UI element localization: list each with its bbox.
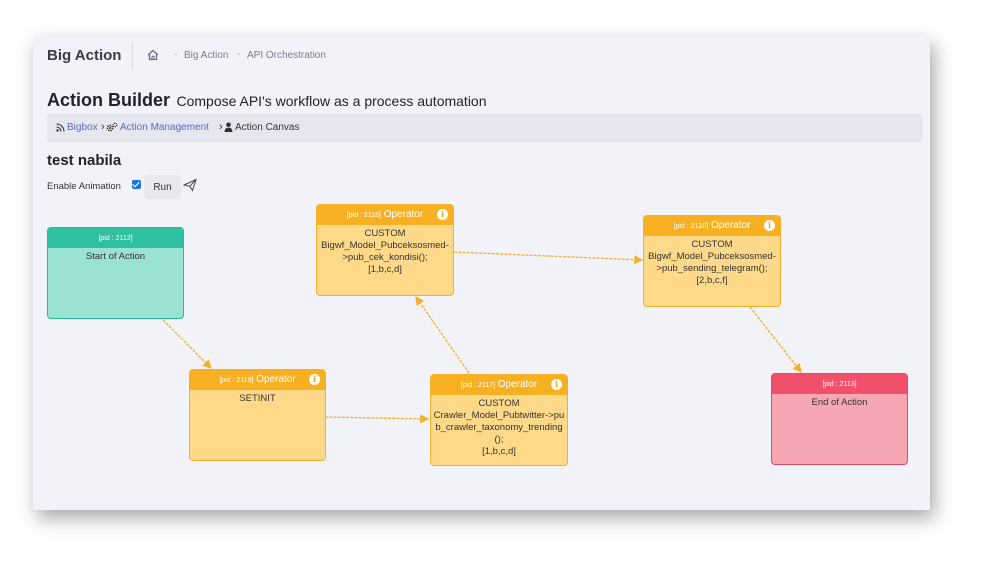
node-body: End of Action (811, 397, 868, 408)
node-pid: [pid : 2113] (822, 381, 857, 388)
node-cek-kondisi[interactable]: [pid : 2116] Operator i CUSTOM Bigwf_Mod… (316, 204, 454, 296)
node-header: [pid : 2117] Operator i (431, 375, 567, 395)
node-end[interactable]: [pid : 2113] End of Action (771, 373, 908, 465)
app-window: Big Action - Big Action - API Orchestrat… (33, 36, 930, 510)
node-start[interactable]: [pid : 2112] Start of Action (47, 227, 184, 319)
info-icon[interactable]: i (437, 209, 448, 220)
node-type: Operator (710, 220, 751, 231)
node-setinit[interactable]: [pid : 2119] Operator i SETINIT (189, 369, 326, 461)
node-body: CUSTOM Crawler_Model_Pubtwitter->pub_cra… (433, 398, 565, 457)
node-pid: [pid : 2116] (346, 212, 381, 219)
node-type: Operator (256, 374, 296, 385)
info-icon[interactable]: i (309, 374, 320, 385)
node-telegram[interactable]: [pid : 2120] Operator i CUSTOM Bigwf_Mod… (643, 215, 781, 307)
node-pid: [pid : 2117] (460, 382, 495, 389)
info-icon[interactable]: i (551, 379, 562, 390)
node-pid: [pid : 2119] (219, 377, 254, 384)
node-crawler[interactable]: [pid : 2117] Operator i CUSTOM Crawler_M… (430, 374, 568, 466)
node-body: SETINIT (239, 393, 276, 404)
node-body: Start of Action (85, 251, 146, 262)
node-header: [pid : 2119] Operator i (190, 370, 325, 390)
node-header: [pid : 2112] (48, 228, 183, 248)
node-pid: [pid : 2120] (673, 223, 709, 230)
edge-crawler-to-cek-kondisi (415, 295, 470, 374)
node-pid: [pid : 2112] (98, 235, 133, 242)
node-type: Operator (497, 379, 538, 390)
node-header: [pid : 2116] Operator i (317, 205, 453, 225)
node-header: [pid : 2113] (772, 374, 907, 394)
edge-start-to-setinit (162, 319, 212, 369)
node-body: CUSTOM Bigwf_Model_Pubceksosmed->pub_cek… (321, 228, 449, 275)
edge-telegram-to-end (749, 306, 802, 374)
info-icon[interactable]: i (764, 220, 775, 231)
node-header: [pid : 2120] Operator i (644, 216, 780, 236)
node-body: CUSTOM Bigwf_Model_Pubceksosmed->pub_sen… (648, 239, 776, 286)
node-type: Operator (383, 209, 424, 220)
edge-setinit-to-crawler (324, 414, 430, 424)
edge-cek-kondisi-to-telegram (453, 251, 644, 265)
